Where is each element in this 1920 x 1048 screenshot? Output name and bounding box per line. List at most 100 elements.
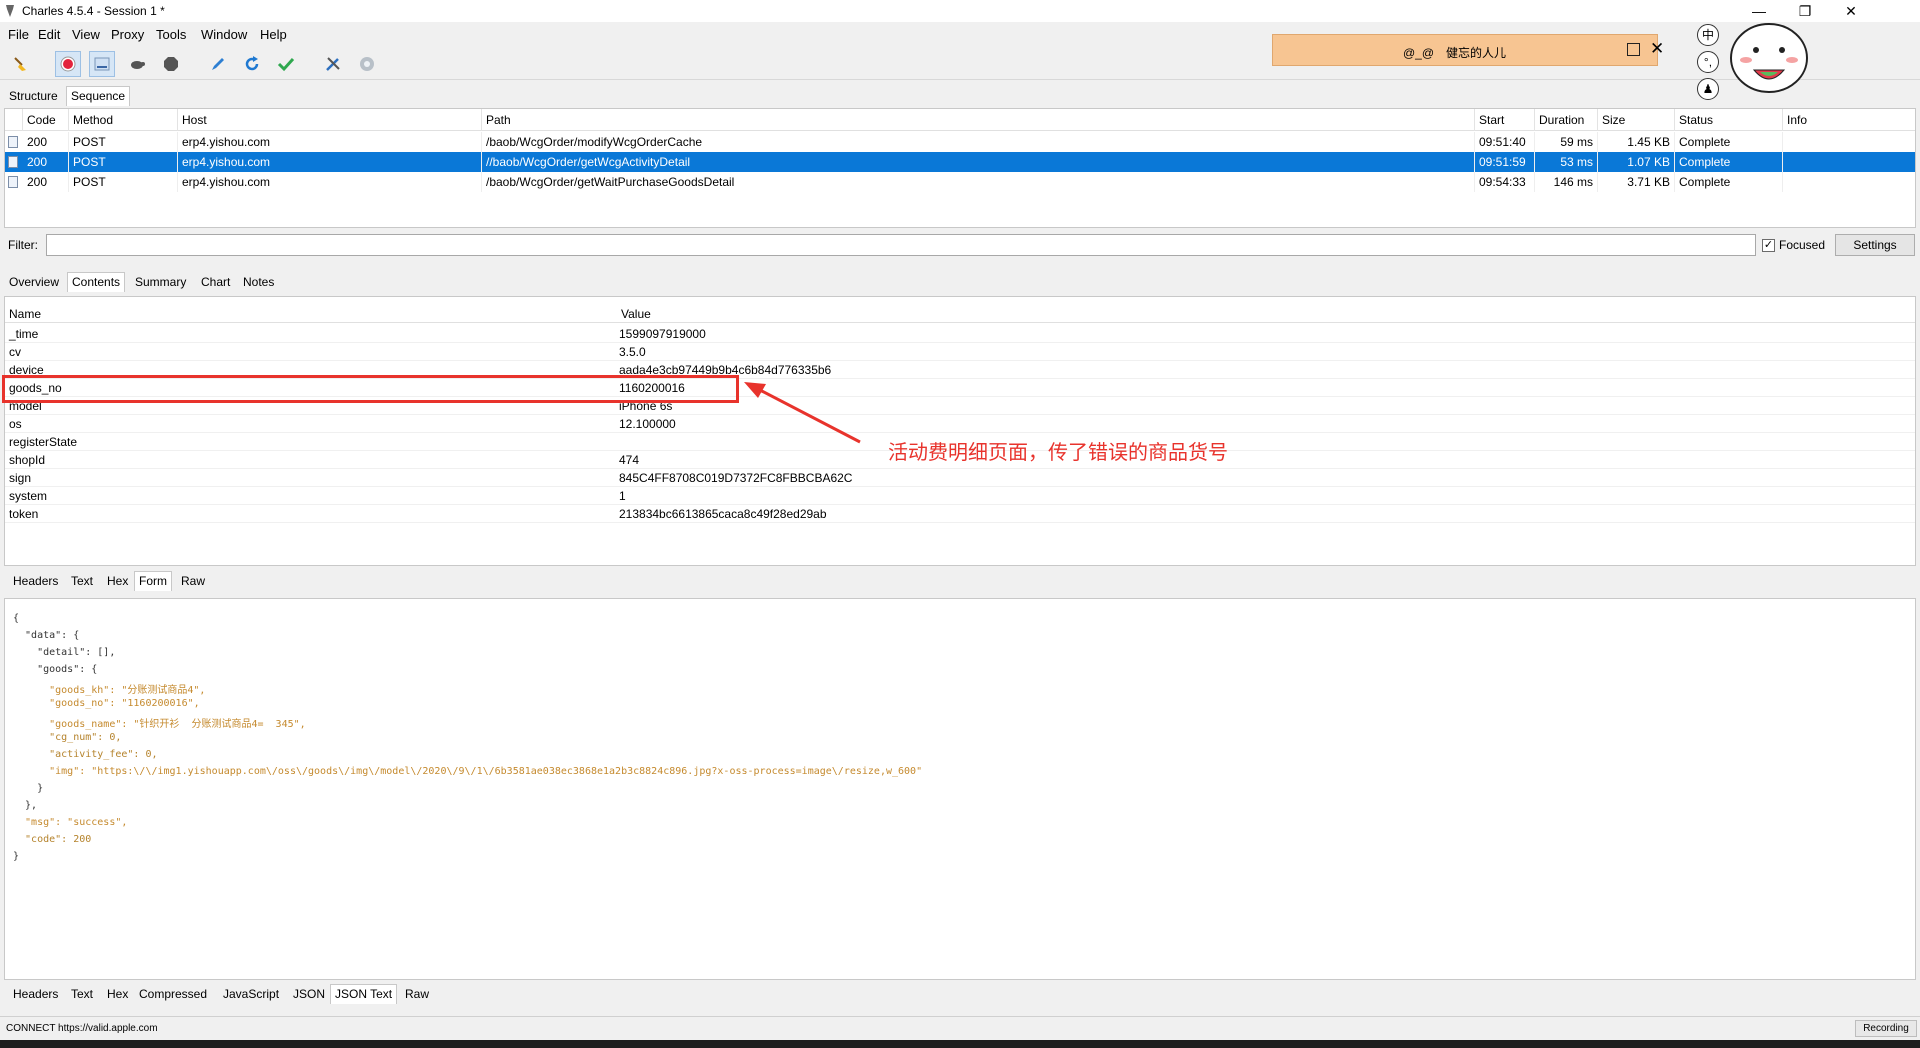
throttle-icon[interactable] xyxy=(89,51,115,77)
form-row[interactable]: system 1 xyxy=(5,487,1915,505)
menu-view[interactable]: View xyxy=(72,27,100,42)
tab-notes[interactable]: Notes xyxy=(238,272,279,292)
session-size: 1.45 KB xyxy=(1598,132,1675,152)
column-header-status[interactable]: Status xyxy=(1675,109,1783,131)
session-info xyxy=(1783,152,1915,172)
form-row[interactable]: _time 1599097919000 xyxy=(5,325,1915,343)
menu-help[interactable]: Help xyxy=(260,27,287,42)
ime-skin-icon[interactable]: ♟ xyxy=(1697,78,1719,100)
request-view-tabs: Headers Text Hex Form Raw xyxy=(0,571,220,591)
settings-gear-icon[interactable] xyxy=(354,51,380,77)
tab-overview[interactable]: Overview xyxy=(4,272,64,292)
turtle-icon[interactable] xyxy=(124,51,150,77)
tab-structure[interactable]: Structure xyxy=(4,86,63,106)
tab-raw[interactable]: Raw xyxy=(400,984,434,1004)
column-header-code[interactable]: Code xyxy=(23,109,69,131)
tab-raw[interactable]: Raw xyxy=(176,571,210,591)
response-json-view[interactable]: { "data": { "detail": [], "goods": { "go… xyxy=(4,598,1916,980)
tab-javascript[interactable]: JavaScript xyxy=(218,984,284,1004)
column-header-info[interactable]: Info xyxy=(1783,109,1915,131)
form-field-value: 12.100000 xyxy=(619,417,676,431)
session-status: Complete xyxy=(1675,172,1783,192)
menu-proxy[interactable]: Proxy xyxy=(111,27,144,42)
filter-input[interactable] xyxy=(46,234,1756,256)
tab-headers[interactable]: Headers xyxy=(8,984,63,1004)
settings-button[interactable]: Settings xyxy=(1835,234,1915,256)
json-line: "data": { xyxy=(13,630,80,641)
form-row[interactable]: cv 3.5.0 xyxy=(5,343,1915,361)
form-row[interactable]: sign 845C4FF8708C019D7372FC8FBBCBA62C xyxy=(5,469,1915,487)
tab-headers[interactable]: Headers xyxy=(8,571,63,591)
column-header-name[interactable]: Name xyxy=(9,307,41,321)
json-line: "goods_no": "1160200016", xyxy=(13,698,200,709)
session-path: /baob/WcgOrder/getWaitPurchaseGoodsDetai… xyxy=(482,172,1475,192)
session-code: 200 xyxy=(23,152,69,172)
annotation-text: 活动费明细页面，传了错误的商品货号 xyxy=(888,442,1228,464)
sessions-table-header: Code Method Host Path Start Duration Siz… xyxy=(5,109,1915,131)
close-icon[interactable]: ✕ xyxy=(1828,0,1874,22)
tab-contents[interactable]: Contents xyxy=(67,272,126,292)
form-row[interactable]: token 213834bc6613865caca8c49f28ed29ab xyxy=(5,505,1915,523)
focused-label: Focused xyxy=(1779,238,1826,252)
filter-label: Filter: xyxy=(8,238,38,252)
maximize-icon[interactable] xyxy=(1627,43,1640,56)
stop-icon[interactable] xyxy=(158,51,184,77)
column-header-start[interactable]: Start xyxy=(1475,109,1535,131)
session-method: POST xyxy=(69,132,178,152)
column-header-value[interactable]: Value xyxy=(621,307,651,321)
tab-form[interactable]: Form xyxy=(134,571,172,591)
close-icon[interactable]: ✕ xyxy=(1650,40,1664,57)
ime-punctuation-icon[interactable]: °, xyxy=(1697,51,1719,73)
menu-file[interactable]: File xyxy=(8,27,29,42)
tab-compressed[interactable]: Compressed xyxy=(134,984,212,1004)
menu-window[interactable]: Window xyxy=(201,27,247,42)
column-header-duration[interactable]: Duration xyxy=(1535,109,1598,131)
session-start: 09:51:59 xyxy=(1475,152,1535,172)
highlight-box xyxy=(2,375,739,403)
menu-edit[interactable]: Edit xyxy=(38,27,60,42)
recording-button[interactable]: Recording xyxy=(1855,1020,1917,1037)
session-path: /baob/WcgOrder/modifyWcgOrderCache xyxy=(482,132,1475,152)
annotation-arrow-icon xyxy=(744,382,861,444)
tab-text[interactable]: Text xyxy=(66,984,98,1004)
compose-pen-icon[interactable] xyxy=(205,51,231,77)
request-doc-icon xyxy=(8,136,18,148)
column-header-method[interactable]: Method xyxy=(69,109,178,131)
tab-text[interactable]: Text xyxy=(66,571,98,591)
form-row[interactable]: os 12.100000 xyxy=(5,415,1915,433)
column-header-size[interactable]: Size xyxy=(1598,109,1675,131)
refresh-icon[interactable] xyxy=(239,51,265,77)
charles-app-icon xyxy=(6,5,14,17)
tab-hex[interactable]: Hex xyxy=(102,984,133,1004)
session-row[interactable]: 200 POST erp4.yishou.com /baob/WcgOrder/… xyxy=(5,132,1915,152)
session-size: 1.07 KB xyxy=(1598,152,1675,172)
json-line: "cg_num": 0, xyxy=(13,732,122,743)
request-doc-icon xyxy=(8,176,18,188)
tools-icon[interactable] xyxy=(320,51,346,77)
session-row-selected[interactable]: 200 POST erp4.yishou.com //baob/WcgOrder… xyxy=(5,152,1915,172)
column-header-path[interactable]: Path xyxy=(482,109,1475,131)
tab-sequence[interactable]: Sequence xyxy=(66,86,131,106)
column-header-host[interactable]: Host xyxy=(178,109,482,131)
record-icon[interactable] xyxy=(55,51,81,77)
tab-summary[interactable]: Summary xyxy=(130,272,191,292)
session-row[interactable]: 200 POST erp4.yishou.com /baob/WcgOrder/… xyxy=(5,172,1915,192)
form-field-name: shopId xyxy=(9,453,46,467)
sessions-table: Code Method Host Path Start Duration Siz… xyxy=(4,108,1916,228)
ime-chinese-icon[interactable]: 中 xyxy=(1697,24,1719,46)
menu-tools[interactable]: Tools xyxy=(156,27,186,42)
form-field-value: 474 xyxy=(619,453,640,467)
response-view-tabs: Headers Text Hex Compressed JavaScript J… xyxy=(0,984,440,1004)
tab-json[interactable]: JSON xyxy=(288,984,330,1004)
tab-hex[interactable]: Hex xyxy=(102,571,133,591)
tab-json-text[interactable]: JSON Text xyxy=(330,984,398,1004)
focused-checkbox[interactable]: ✓ xyxy=(1762,239,1775,252)
validate-check-icon[interactable] xyxy=(273,51,299,77)
session-status: Complete xyxy=(1675,132,1783,152)
json-line: } xyxy=(13,783,44,794)
json-line: }, xyxy=(13,800,38,811)
broom-icon[interactable] xyxy=(8,51,34,77)
json-line: "msg": "success", xyxy=(13,817,128,828)
status-text: CONNECT https://valid.apple.com xyxy=(6,1023,158,1034)
tab-chart[interactable]: Chart xyxy=(196,272,235,292)
